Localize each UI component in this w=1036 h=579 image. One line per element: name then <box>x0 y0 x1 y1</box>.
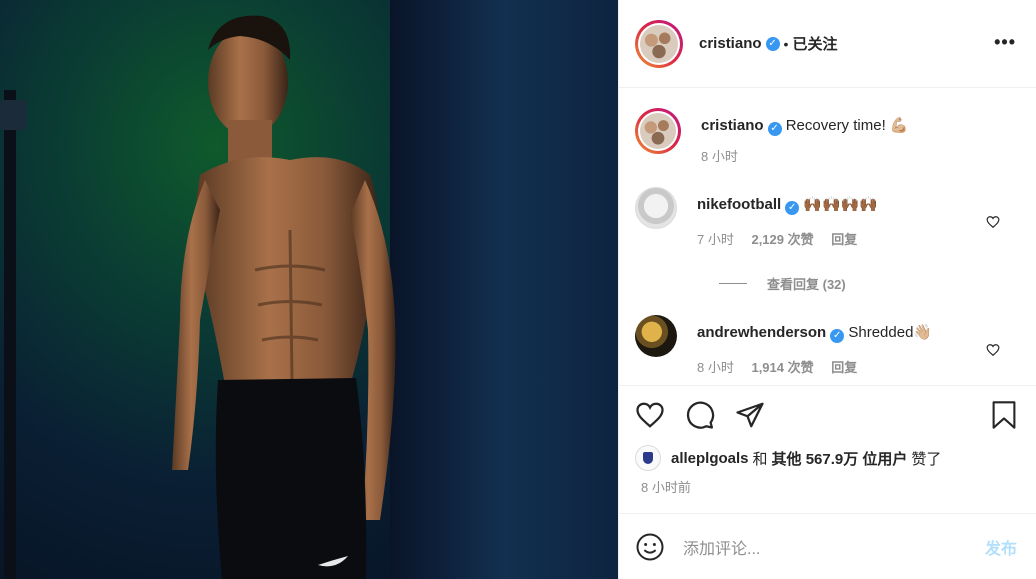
verified-badge-icon: ✓ <box>830 329 845 343</box>
post-comment-button[interactable]: 发布 <box>985 535 1017 559</box>
share-icon[interactable] <box>735 400 765 430</box>
comments-list[interactable]: cristiano ✓ Recovery time! 💪🏼 8 小时 nikefo… <box>619 88 1036 385</box>
follow-status-button[interactable]: 已关注 <box>792 33 837 54</box>
comment-row: nikefootball ✓ 🙌🏾🙌🏾🙌🏾🙌🏾 7 小时 2,129 次赞 回复 <box>635 187 1020 248</box>
post-timestamp[interactable]: 8 小时前 <box>619 473 1036 496</box>
comment-username[interactable]: andrewhenderson <box>697 324 826 341</box>
comment-time[interactable]: 8 小时 <box>697 360 734 375</box>
likes-summary: alleplgoals 和 其他 567.9万 位用户 赞了 <box>619 443 1036 473</box>
post-header: cristiano ✓ • 已关注 ••• <box>619 0 1036 88</box>
comment-row: andrewhenderson ✓ Shredded👋🏼 8 小时 1,914 次… <box>635 315 1020 376</box>
author-username[interactable]: cristiano <box>699 35 762 52</box>
view-replies-label: 查看回复 (32) <box>767 277 846 292</box>
header-separator: • <box>783 35 789 52</box>
comment-like-heart-icon[interactable] <box>986 215 1000 229</box>
likes-others[interactable]: 其他 567.9万 位用户 <box>772 448 908 469</box>
likes-and: 和 <box>752 450 768 468</box>
comment-likes[interactable]: 2,129 次赞 <box>751 232 813 247</box>
comment-time[interactable]: 7 小时 <box>697 232 734 247</box>
caption-row: cristiano ✓ Recovery time! 💪🏼 8 小时 <box>635 108 1020 165</box>
comment-like-heart-icon[interactable] <box>986 343 1000 357</box>
comment-text-line: andrewhenderson ✓ Shredded👋🏼 <box>697 315 932 343</box>
heart-icon[interactable] <box>635 400 665 430</box>
comment-icon[interactable] <box>685 400 715 430</box>
emoji-icon[interactable] <box>635 532 665 562</box>
caption-avatar[interactable] <box>635 108 681 154</box>
photo-subject <box>172 15 396 579</box>
comment-avatar[interactable] <box>635 315 677 357</box>
caption-time[interactable]: 8 小时 <box>701 149 738 164</box>
verified-badge-icon: ✓ <box>767 122 782 136</box>
comment-reply-button[interactable]: 回复 <box>831 360 857 375</box>
likes-suffix: 赞了 <box>911 450 942 468</box>
comment-input[interactable]: 添加评论... <box>683 535 985 559</box>
view-replies-line <box>719 283 747 284</box>
post-photo[interactable] <box>0 0 618 579</box>
comment-text-line: nikefootball ✓ 🙌🏾🙌🏾🙌🏾🙌🏾 <box>697 187 878 215</box>
more-icon[interactable]: ••• <box>994 32 1016 53</box>
action-bar <box>619 385 1036 443</box>
view-replies-button[interactable]: 查看回复 (32) <box>719 274 1020 293</box>
comment-meta: 8 小时 1,914 次赞 回复 <box>697 357 932 376</box>
author-avatar[interactable] <box>635 19 683 68</box>
comment-username[interactable]: nikefootball <box>697 196 781 213</box>
comment-reply-button[interactable]: 回复 <box>831 232 857 247</box>
caption-username[interactable]: cristiano <box>701 117 764 134</box>
bookmark-icon[interactable] <box>990 400 1018 430</box>
caption-meta: 8 小时 <box>701 146 909 165</box>
comment-avatar[interactable] <box>635 187 677 229</box>
post-side-panel: cristiano ✓ • 已关注 ••• cristiano ✓ Recover… <box>618 0 1036 579</box>
post-dialog: cristiano ✓ • 已关注 ••• cristiano ✓ Recover… <box>0 0 1036 579</box>
comment-likes[interactable]: 1,914 次赞 <box>751 360 813 375</box>
comment-text: 🙌🏾🙌🏾🙌🏾🙌🏾 <box>803 196 879 213</box>
verified-badge-icon: ✓ <box>765 36 780 51</box>
liker-avatar[interactable] <box>635 445 661 471</box>
caption-text-line: cristiano ✓ Recovery time! 💪🏼 <box>701 108 909 136</box>
add-comment-bar: 添加评论... 发布 <box>619 513 1036 579</box>
liker-username[interactable]: alleplgoals <box>671 450 749 467</box>
verified-badge-icon: ✓ <box>785 201 800 215</box>
comment-text: Shredded👋🏼 <box>848 324 933 341</box>
comment-meta: 7 小时 2,129 次赞 回复 <box>697 229 878 248</box>
caption-text: Recovery time! 💪🏼 <box>785 117 909 134</box>
